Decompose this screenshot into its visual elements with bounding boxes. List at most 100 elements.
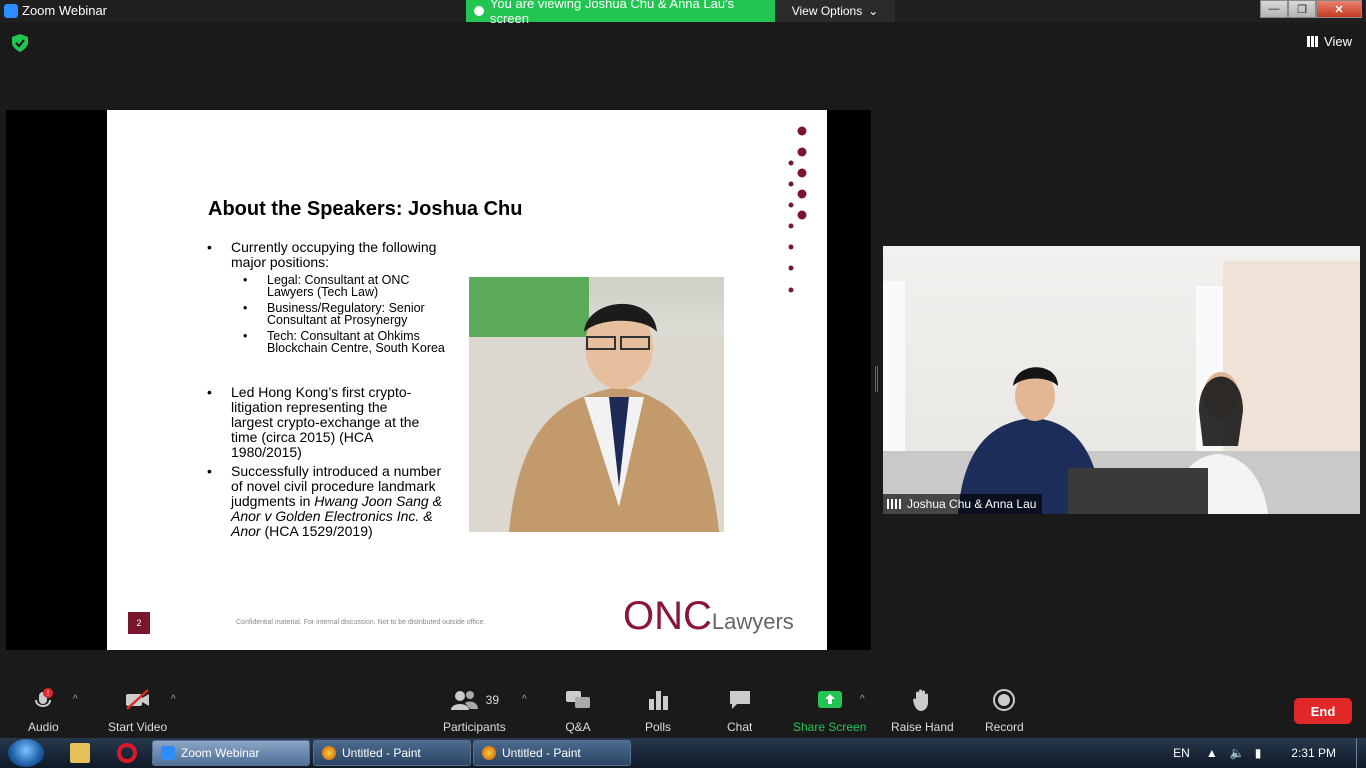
chevron-down-icon: ⌄ <box>868 4 879 18</box>
video-off-icon <box>124 688 152 712</box>
opera-browser-icon[interactable] <box>117 743 137 763</box>
slide-title: About the Speakers: Joshua Chu <box>208 198 523 220</box>
bullet-text: Currently occupying the following major … <box>231 239 437 270</box>
system-tray: EN ▲ 🔈 ▮ 2:31 PM <box>1173 738 1366 768</box>
view-options-label: View Options <box>791 4 863 18</box>
volume-icon[interactable]: 🔈 <box>1230 746 1245 760</box>
audio-label: Audio <box>28 720 59 734</box>
viewing-text: You are viewing Joshua Chu & Anna Lau's … <box>489 0 735 26</box>
grid-icon <box>1307 36 1319 47</box>
chat-icon <box>729 688 751 712</box>
taskbar-zoom-webinar[interactable]: Zoom Webinar <box>152 740 310 766</box>
start-video-button[interactable]: Start Video <box>108 688 167 734</box>
bullet-item: Successfully introduced a number of nove… <box>207 464 442 539</box>
status-dot-icon <box>474 6 484 16</box>
polls-label: Polls <box>645 720 672 734</box>
polls-button[interactable]: Polls <box>645 688 671 734</box>
view-label: View <box>1324 34 1352 49</box>
confidential-notice: Confidential material. For internal disc… <box>236 619 486 626</box>
onc-lawyers-logo: ONCLawyers <box>623 594 794 639</box>
taskbar-paint-2[interactable]: Untitled - Paint <box>473 740 631 766</box>
language-indicator[interactable]: EN <box>1173 746 1190 760</box>
clock[interactable]: 2:31 PM <box>1291 746 1336 760</box>
qa-button[interactable]: Q&A <box>565 688 591 734</box>
maximize-button[interactable]: ❐ <box>1288 0 1316 18</box>
meeting-toolbar: ! Audio ^ Start Video ^ 39 Participants … <box>0 680 1366 738</box>
bullet-list-judgments: Successfully introduced a number of nove… <box>207 464 442 539</box>
decorative-dots <box>788 126 807 293</box>
minimize-button[interactable]: — <box>1260 0 1288 18</box>
window-title: Zoom Webinar <box>22 3 108 18</box>
chat-button[interactable]: Chat <box>727 688 752 734</box>
bullet-list-litigation: Led Hong Kong’s first crypto-litigation … <box>207 385 432 460</box>
title-bar: Zoom Webinar You are viewing Joshua Chu … <box>0 0 1366 26</box>
qa-label: Q&A <box>565 720 591 734</box>
microphone-icon: ! <box>32 688 54 712</box>
security-shield-icon[interactable] <box>12 34 28 52</box>
participants-label: Participants <box>443 720 506 734</box>
share-screen-icon <box>817 688 843 712</box>
taskbar-paint-2-label: Untitled - Paint <box>502 746 581 760</box>
paint-icon <box>322 746 336 760</box>
speaker-photo <box>469 277 724 532</box>
participants-caret-icon[interactable]: ^ <box>522 694 527 705</box>
zoom-icon <box>161 746 175 760</box>
sub-bullet-item: Business/Regulatory: Senior Consultant a… <box>231 302 457 327</box>
logo-sub: Lawyers <box>711 609 794 634</box>
share-caret-icon[interactable]: ^ <box>860 694 865 705</box>
sub-bullet-item: Tech: Consultant at Ohkims Blockchain Ce… <box>231 330 457 355</box>
bullet-item: Led Hong Kong’s first crypto-litigation … <box>207 385 432 460</box>
slide-page-number: 2 <box>128 612 150 634</box>
sub-bullet-list: Legal: Consultant at ONC Lawyers (Tech L… <box>231 274 457 355</box>
close-button[interactable]: ✕ <box>1316 0 1362 18</box>
end-button[interactable]: End <box>1294 698 1352 724</box>
qa-icon <box>565 688 591 712</box>
raise-hand-button[interactable]: Raise Hand <box>891 688 954 734</box>
file-explorer-icon[interactable] <box>70 743 90 763</box>
participants-count: 39 <box>485 693 500 707</box>
start-button[interactable] <box>8 739 44 767</box>
windows-taskbar: Zoom Webinar Untitled - Paint Untitled -… <box>0 738 1366 768</box>
audio-caret-icon[interactable]: ^ <box>73 694 78 705</box>
bullet-text: (HCA 1529/2019) <box>260 523 373 539</box>
video-caret-icon[interactable]: ^ <box>171 694 176 705</box>
participant-name: Joshua Chu & Anna Lau <box>907 497 1037 511</box>
paint-icon <box>482 746 496 760</box>
taskbar-zoom-label: Zoom Webinar <box>181 746 260 760</box>
view-options-button[interactable]: View Options ⌄ <box>775 0 895 22</box>
svg-text:!: ! <box>47 689 49 698</box>
record-icon <box>993 688 1016 712</box>
record-button[interactable]: Record <box>985 688 1024 734</box>
participants-button[interactable]: 39 Participants <box>443 688 506 734</box>
shared-screen: About the Speakers: Joshua Chu Currently… <box>6 110 871 650</box>
show-desktop-button[interactable] <box>1356 738 1366 768</box>
video-feed <box>883 261 1360 514</box>
share-screen-button[interactable]: Share Screen <box>793 688 866 734</box>
signal-bars-icon <box>887 499 901 509</box>
zoom-app-icon <box>4 4 18 18</box>
splitter-handle[interactable] <box>875 366 878 392</box>
viewing-banner: You are viewing Joshua Chu & Anna Lau's … <box>466 0 775 26</box>
audio-button[interactable]: ! Audio <box>28 688 59 734</box>
network-icon[interactable]: ▮ <box>1255 746 1262 760</box>
bullet-item: Currently occupying the following major … <box>207 239 457 355</box>
participants-icon: 39 <box>450 688 499 712</box>
window-controls: — ❐ ✕ <box>1260 0 1362 18</box>
chat-label: Chat <box>727 720 753 734</box>
raise-hand-label: Raise Hand <box>891 720 954 734</box>
bullet-list-positions: Currently occupying the following major … <box>207 240 457 358</box>
taskbar-paint-1-label: Untitled - Paint <box>342 746 421 760</box>
participant-name-tag: Joshua Chu & Anna Lau <box>883 494 1043 514</box>
video-tile[interactable]: Joshua Chu & Anna Lau <box>883 246 1360 514</box>
tray-expand-icon[interactable]: ▲ <box>1206 746 1218 760</box>
taskbar-paint-1[interactable]: Untitled - Paint <box>313 740 471 766</box>
share-screen-label: Share Screen <box>793 720 867 734</box>
sub-bullet-item: Legal: Consultant at ONC Lawyers (Tech L… <box>231 274 457 299</box>
record-label: Record <box>985 720 1024 734</box>
logo-main: ONC <box>623 594 712 638</box>
polls-icon <box>648 688 668 712</box>
start-video-label: Start Video <box>108 720 168 734</box>
presentation-slide: About the Speakers: Joshua Chu Currently… <box>107 110 827 650</box>
hand-icon <box>912 688 932 712</box>
view-button[interactable]: View <box>1307 34 1352 49</box>
